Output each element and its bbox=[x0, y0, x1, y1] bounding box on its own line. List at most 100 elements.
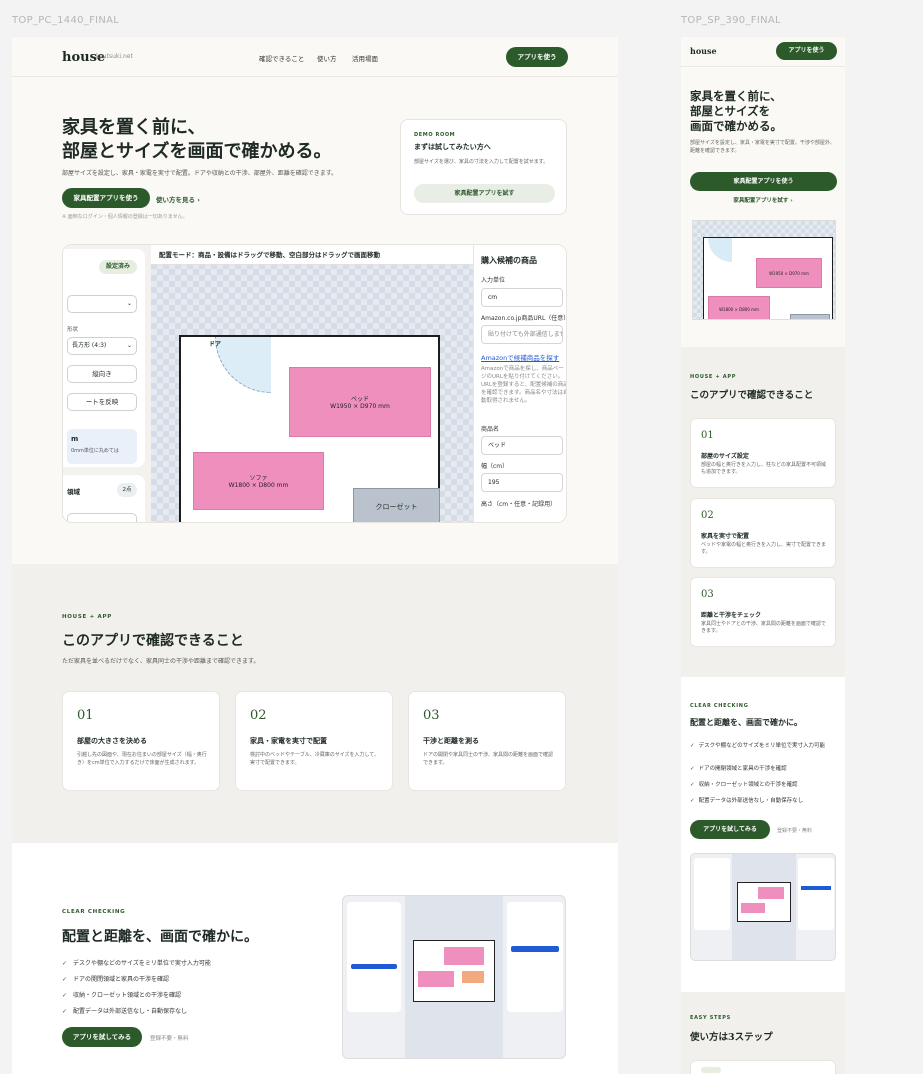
sp-try-app-button[interactable]: アプリを試してみる bbox=[690, 820, 770, 839]
sp-sofa-item[interactable]: W1800 × D800 mm bbox=[708, 296, 770, 319]
right-panel: 購入候補の商品 入力単位 cm Amazon.co.jp商品URL（任意） 貼り… bbox=[473, 245, 567, 522]
name-label: 商品名 bbox=[481, 426, 500, 433]
howto-link[interactable]: 使い方を見る › bbox=[156, 194, 200, 204]
shape-select[interactable]: 長方形 (4:3) ⌄ bbox=[67, 337, 137, 355]
width-input[interactable]: 195 bbox=[481, 473, 563, 492]
sp-features-tag: HOUSE + APP bbox=[690, 374, 737, 380]
sp-header-cta-button[interactable]: アプリを使う bbox=[776, 42, 837, 60]
chevron-down-icon: ⌄ bbox=[126, 342, 132, 349]
sp-feature-title: 家具を実寸で配置 bbox=[701, 533, 750, 540]
nav-item-howto[interactable]: 使い方 bbox=[317, 53, 337, 63]
name-input[interactable]: ベッド bbox=[481, 436, 563, 455]
sp-header: house アプリを使う bbox=[681, 37, 845, 67]
sp-steps-tag: EASY STEPS bbox=[690, 1015, 731, 1021]
area-input[interactable] bbox=[67, 513, 137, 522]
unit-label: 入力単位 bbox=[481, 277, 506, 284]
hero-cta-button[interactable]: 家具配置アプリを使う bbox=[62, 188, 150, 208]
feature-card: 03 干渉と距離を測る ドアの開閉や家具同士の干渉、家具間の距離を画面で確認でき… bbox=[408, 691, 566, 791]
hero-title-line-2: 部屋とサイズを画面で確かめる。 bbox=[62, 141, 332, 162]
url-input[interactable]: 貼り付けても外部通信しません bbox=[481, 325, 563, 344]
demo-try-button[interactable]: 家具配置アプリを試す bbox=[414, 184, 555, 203]
flip-button[interactable]: ートを反映 bbox=[67, 393, 137, 411]
sp-feature-card: 01 部屋のサイズ設定 部屋の幅と奥行きを入力し、柱などの家具配置不可領域も追加… bbox=[690, 418, 836, 488]
area-card: 領域 2点 bbox=[63, 475, 145, 522]
bed-item[interactable]: ベッド W1950 × D970 mm bbox=[289, 367, 431, 437]
sp-feature-title: 距離と干渉をチェック bbox=[701, 612, 762, 619]
feature-card: 01 部屋の大きさを決める 引越し先の図面や、現在お住まいの部屋サイズ（幅・奥行… bbox=[62, 691, 220, 791]
pc-frame-label: TOP_PC_1440_FINAL bbox=[12, 15, 120, 26]
features-title: このアプリで確認できること bbox=[62, 633, 244, 649]
url-label: Amazon.co.jp商品URL（任意） bbox=[481, 315, 567, 322]
check-item: ✓ デスクや棚などのサイズをミリ単位で実寸入力可能 bbox=[62, 958, 211, 967]
room-canvas[interactable]: 配置モード：商品・設備はドラッグで移動、空白部分はドラッグで画面移動 ドア ベッ… bbox=[151, 245, 473, 522]
area-label: 領域 bbox=[67, 488, 80, 496]
sp-room: W1950 × D970 mm W1800 × D800 mm bbox=[703, 237, 833, 319]
sp-try-link[interactable]: 家具配置アプリを試す › bbox=[681, 196, 845, 204]
sp-step-card bbox=[690, 1060, 836, 1074]
chevron-right-icon: › bbox=[790, 198, 793, 204]
sp-mini-sofa bbox=[741, 903, 765, 913]
check-icon: ✓ bbox=[62, 1008, 68, 1015]
sp-checking-tag: CLEAR CHECKING bbox=[690, 703, 749, 709]
sofa-item[interactable]: ソファ W1800 × D800 mm bbox=[193, 452, 324, 510]
closet[interactable]: クローゼット bbox=[353, 488, 440, 522]
mini-right-panel bbox=[507, 902, 563, 1012]
sp-hero-cta-button[interactable]: 家具配置アプリを使う bbox=[690, 172, 837, 191]
sp-feature-description: 家具同士やドアとの干渉、家具間の距離を画面で確認できます。 bbox=[701, 621, 826, 634]
check-text: 収納・クローゼット領域との干渉を確認 bbox=[73, 992, 181, 999]
checking-title: 配置と距離を、画面で確かに。 bbox=[62, 929, 258, 945]
sp-mini-bed bbox=[758, 887, 784, 899]
sp-feature-card: 03 距離と干渉をチェック 家具同士やドアとの干渉、家具間の距離を画面で確認でき… bbox=[690, 577, 836, 647]
features-description: ただ家具を並べるだけでなく、家具同士の干渉や距離まで確認できます。 bbox=[62, 658, 260, 665]
check-icon: ✓ bbox=[690, 798, 695, 804]
check-item: ✓ 収納・クローゼット領域との干渉を確認 bbox=[62, 990, 181, 999]
sp-check-text: ドアの開閉領域と家具の干渉を確認 bbox=[698, 766, 787, 772]
bed-size: W1950 × D970 mm bbox=[330, 403, 390, 410]
sp-bed-item[interactable]: W1950 × D970 mm bbox=[756, 258, 822, 288]
features-tag: HOUSE + APP bbox=[62, 614, 112, 620]
info-description: 0mm単位に丸めては bbox=[71, 448, 119, 454]
shape-value: 長方形 (4:3) bbox=[72, 342, 107, 349]
orientation-button[interactable]: 縦向き bbox=[67, 365, 137, 383]
sp-mini-add-button bbox=[801, 886, 831, 890]
sp-frame-label: TOP_SP_390_FINAL bbox=[681, 15, 781, 26]
sp-feature-card: 02 家具を実寸で配置 ベッドや家電の幅と奥行きを入力し、実寸で配置できます。 bbox=[690, 498, 836, 568]
sp-sofa-size: W1800 × D800 mm bbox=[719, 306, 759, 312]
sp-room-canvas[interactable]: W1950 × D970 mm W1800 × D800 mm bbox=[692, 220, 836, 320]
check-icon: ✓ bbox=[690, 743, 695, 749]
check-icon: ✓ bbox=[690, 766, 695, 772]
sp-mini-app-screenshot bbox=[690, 853, 836, 961]
sp-logo[interactable]: house bbox=[690, 46, 717, 56]
mini-add-button bbox=[511, 946, 559, 952]
room-select[interactable]: ⌄ bbox=[67, 295, 137, 313]
app-preview: 設定済み ⌄ 形状 長方形 (4:3) ⌄ 縦向き ートを反映 m 0mm単位に丸… bbox=[62, 244, 567, 523]
sp-feature-title: 部屋のサイズ設定 bbox=[701, 453, 749, 460]
sp-mini-right bbox=[798, 858, 834, 930]
checking-section: CLEAR CHECKING 配置と距離を、画面で確かに。 ✓ デスクや棚などのサ… bbox=[12, 843, 618, 1074]
amazon-search-link[interactable]: Amazonで候補商品を探す bbox=[481, 352, 559, 362]
check-text: デスクや棚などのサイズをミリ単位で実寸入力可能 bbox=[73, 960, 211, 967]
sp-step-badge bbox=[701, 1067, 721, 1073]
check-icon: ✓ bbox=[62, 960, 68, 967]
mini-sofa bbox=[418, 971, 454, 987]
howto-link-label: 使い方を見る bbox=[156, 196, 195, 204]
sp-checking-section: CLEAR CHECKING 配置と距離を、画面で確かに。 ✓ デスクや棚などのサ… bbox=[681, 677, 845, 992]
sp-checking-title: 配置と距離を、画面で確かに。 bbox=[690, 717, 802, 727]
mini-shelf bbox=[462, 971, 484, 983]
header-cta-button[interactable]: アプリを使う bbox=[506, 47, 568, 67]
nav-item-scenes[interactable]: 活用場面 bbox=[352, 53, 378, 63]
feature-title: 部屋の大きさを決める bbox=[77, 736, 147, 745]
room: ドア ベッド W1950 × D970 mm ソファ W1800 × D800 … bbox=[179, 335, 440, 522]
sp-feature-number: 02 bbox=[701, 510, 714, 521]
sp-check-item: ✓ 収納・クローゼット領域との干渉を確認 bbox=[690, 782, 840, 789]
door-label: ドア bbox=[209, 341, 222, 348]
sp-hero-title-line-1: 家具を置く前に、 bbox=[690, 89, 782, 103]
area-count-badge: 2点 bbox=[117, 483, 137, 497]
nav-item-features[interactable]: 確認できること bbox=[259, 53, 304, 63]
try-app-button[interactable]: アプリを試してみる bbox=[62, 1027, 142, 1047]
status-badge: 設定済み bbox=[99, 260, 137, 274]
width-label: 幅（cm） bbox=[481, 463, 509, 470]
sp-features-title: このアプリで確認できること bbox=[690, 390, 814, 401]
demo-description: 部屋サイズを選び、家具の寸法を入力して配置を試せます。 bbox=[414, 159, 549, 165]
unit-input[interactable]: cm bbox=[481, 288, 563, 307]
